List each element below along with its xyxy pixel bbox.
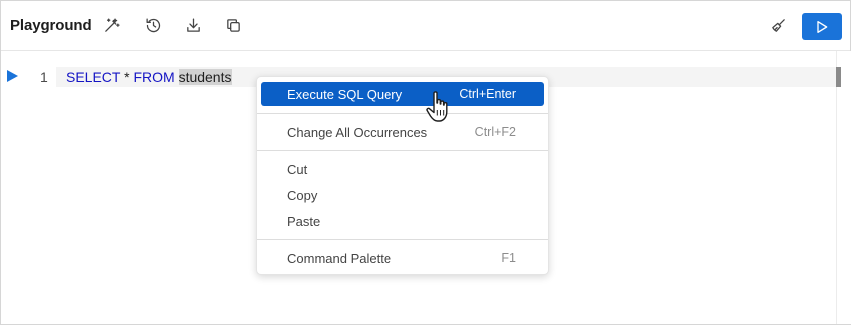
menu-item-label: Paste [287, 214, 321, 229]
menu-item-label: Change All Occurrences [287, 125, 428, 140]
broom-icon [771, 18, 785, 32]
hand-pointer-cursor-icon [426, 91, 448, 122]
menu-item-change-all-occurrences[interactable]: Change All Occurrences Ctrl+F2 [261, 120, 544, 144]
run-button[interactable] [802, 13, 842, 40]
playground-window: Playground 1 SELECT * FROM students Exec… [0, 0, 851, 325]
menu-item-copy[interactable]: Copy [261, 183, 544, 207]
run-line-icon[interactable] [7, 70, 18, 82]
menu-divider [257, 150, 548, 151]
format-button[interactable] [767, 14, 789, 36]
menu-item-cut[interactable]: Cut [261, 157, 544, 181]
magic-wand-icon [104, 17, 120, 32]
menu-item-shortcut: F1 [501, 251, 516, 265]
download-icon [186, 17, 200, 32]
operator-star: * [124, 69, 130, 85]
menu-item-paste[interactable]: Paste [261, 209, 544, 233]
scrollbar-thumb[interactable] [836, 67, 841, 87]
copy-icon [226, 18, 240, 32]
download-button[interactable] [182, 14, 204, 36]
menu-item-shortcut: Ctrl+F2 [474, 125, 516, 139]
keyword-select: SELECT [66, 69, 121, 85]
menu-divider [257, 239, 548, 240]
menu-item-shortcut: Ctrl+Enter [459, 87, 516, 101]
toolbar: Playground [1, 1, 850, 51]
menu-divider [257, 113, 548, 114]
context-menu: Execute SQL Query Ctrl+Enter Change All … [256, 76, 549, 275]
play-icon [817, 20, 828, 33]
menu-item-label: Cut [287, 162, 308, 177]
history-button[interactable] [142, 14, 164, 36]
vertical-scrollbar[interactable] [836, 51, 851, 324]
history-icon [145, 17, 160, 32]
menu-item-label: Execute SQL Query [287, 87, 403, 102]
copy-button[interactable] [222, 14, 244, 36]
selected-identifier: students [178, 69, 232, 85]
code-line[interactable]: SELECT * FROM students [66, 69, 232, 85]
menu-item-label: Copy [287, 188, 318, 203]
page-title: Playground [10, 17, 92, 34]
menu-item-command-palette[interactable]: Command Palette F1 [261, 246, 544, 270]
menu-item-execute-sql-query[interactable]: Execute SQL Query Ctrl+Enter [261, 82, 544, 106]
keyword-from: FROM [133, 69, 175, 85]
menu-item-label: Command Palette [287, 251, 392, 266]
magic-wand-button[interactable] [100, 14, 122, 36]
line-number: 1 [40, 69, 48, 85]
